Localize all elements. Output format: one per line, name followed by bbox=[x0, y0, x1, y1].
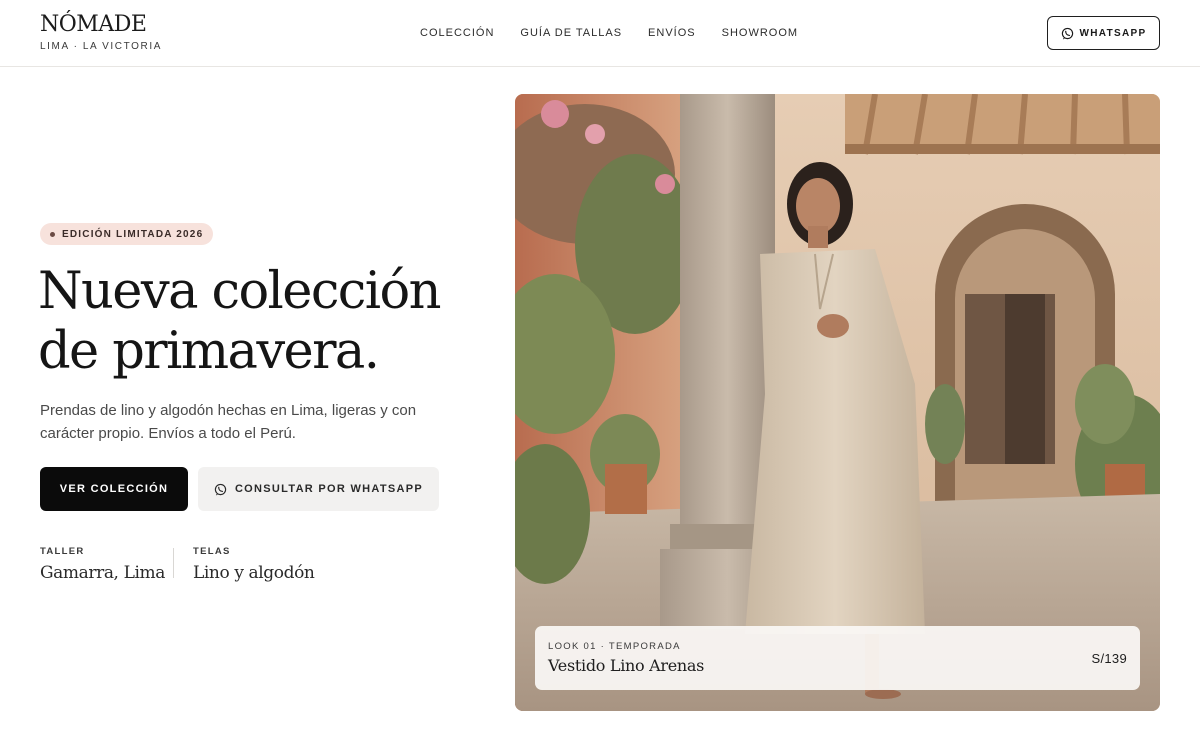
view-collection-button[interactable]: VER COLECCIÓN bbox=[40, 467, 188, 511]
badge-text: EDICIÓN LIMITADA 2026 bbox=[62, 228, 204, 240]
nav-item-showroom[interactable]: SHOWROOM bbox=[722, 26, 798, 40]
hero-photo-illustration bbox=[515, 94, 1160, 711]
meta-fabrics: TELAS Lino y algodón bbox=[193, 546, 315, 583]
main-nav: COLECCIÓN GUÍA DE TALLAS ENVÍOS SHOWROOM bbox=[420, 26, 798, 40]
meta-workshop-label: TALLER bbox=[40, 546, 85, 557]
badge-dot bbox=[50, 231, 55, 237]
whatsapp-icon bbox=[1061, 27, 1073, 39]
brand-logo[interactable]: NÓMADE LIMA · LA VICTORIA bbox=[40, 12, 162, 52]
look-card[interactable]: LOOK 01 · TEMPORADA Vestido Lino Arenas … bbox=[535, 626, 1140, 690]
brand-location: LIMA · LA VICTORIA bbox=[40, 41, 162, 52]
nav-item-guia-de-tallas[interactable]: GUÍA DE TALLAS bbox=[520, 26, 622, 40]
whatsapp-icon bbox=[214, 483, 227, 495]
header-whatsapp-button[interactable]: WHATSAPP bbox=[1047, 16, 1160, 50]
look-price: S/139 bbox=[1091, 651, 1127, 666]
whatsapp-consult-button[interactable]: CONSULTAR POR WHATSAPP bbox=[198, 467, 439, 511]
view-collection-label: VER COLECCIÓN bbox=[59, 483, 169, 495]
meta-fabrics-value: Lino y algodón bbox=[193, 563, 315, 583]
header-whatsapp-label: WHATSAPP bbox=[1079, 27, 1147, 39]
hero-photo bbox=[515, 94, 1160, 711]
limited-edition-badge: EDICIÓN LIMITADA 2026 bbox=[40, 223, 214, 245]
meta-fabrics-label: TELAS bbox=[193, 546, 231, 557]
meta-workshop-value: Gamarra, Lima bbox=[40, 563, 165, 583]
whatsapp-consult-label: CONSULTAR POR WHATSAPP bbox=[234, 483, 424, 495]
hero-description: Prendas de lino y algodón hechas en Lima… bbox=[40, 402, 417, 442]
nav-item-envios[interactable]: ENVÍOS bbox=[648, 26, 696, 40]
meta-divider bbox=[173, 548, 174, 578]
brand-name: NÓMADE bbox=[40, 12, 147, 37]
look-tag: LOOK 01 · TEMPORADA bbox=[548, 641, 681, 652]
meta-workshop: TALLER Gamarra, Lima bbox=[40, 546, 165, 583]
hero-title: Nueva colección de primavera. bbox=[38, 262, 441, 381]
nav-item-coleccion[interactable]: COLECCIÓN bbox=[420, 26, 494, 40]
site-header: NÓMADE LIMA · LA VICTORIA COLECCIÓN GUÍA… bbox=[0, 0, 1200, 67]
look-name: Vestido Lino Arenas bbox=[548, 656, 705, 675]
